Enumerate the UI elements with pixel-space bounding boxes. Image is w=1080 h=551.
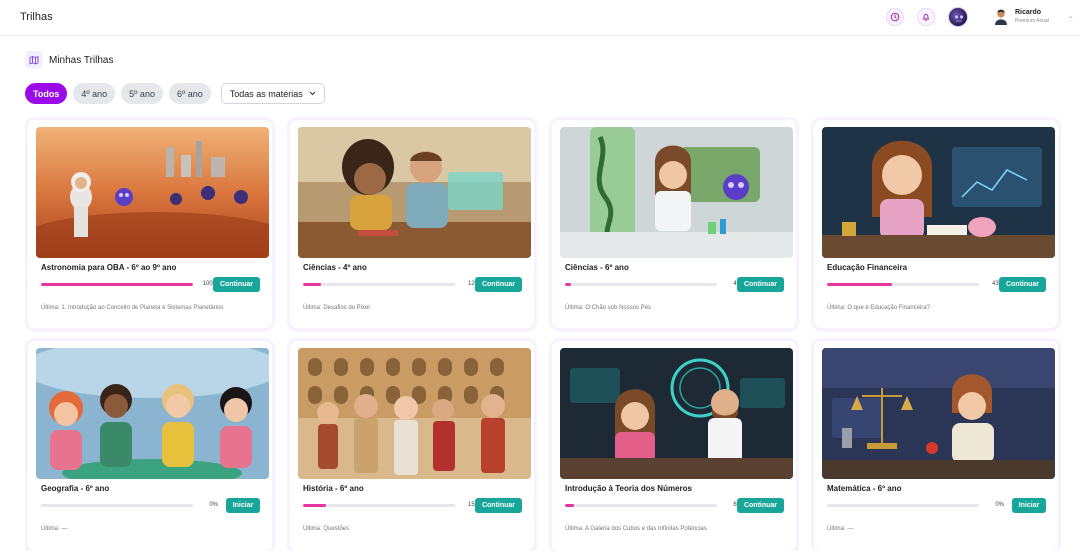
track-card[interactable]: Ciências - 6º ano 4% Continuar Última: O…	[552, 120, 796, 328]
continue-button[interactable]: Continuar	[737, 277, 784, 292]
filter-chip-6-ano[interactable]: 6º ano	[168, 83, 211, 104]
progress-bar	[827, 504, 979, 507]
last-lesson: Última: Questões	[303, 526, 350, 532]
continue-button[interactable]: Continuar	[213, 277, 260, 292]
subject-select-value: Todas as matérias	[229, 88, 303, 99]
track-thumbnail	[298, 127, 531, 258]
continue-button[interactable]: Continuar	[475, 498, 522, 513]
track-thumbnail	[822, 127, 1055, 258]
track-thumbnail	[36, 348, 269, 479]
filter-chip-todos[interactable]: Todos	[25, 83, 68, 104]
user-name[interactable]: Ricardo	[1015, 9, 1041, 16]
track-card[interactable]: Geografia - 6º ano 0% Iniciar Última: —	[28, 341, 272, 551]
progress-fill	[565, 283, 572, 286]
section-title: Minhas Trilhas	[49, 55, 114, 66]
track-thumbnail	[36, 127, 269, 258]
track-thumbnail	[560, 348, 793, 479]
track-card[interactable]: Astronomia para OBA - 6º ao 9º ano 100% …	[28, 120, 272, 328]
last-lesson: Última: —	[41, 526, 68, 532]
track-thumbnail	[298, 348, 531, 479]
progress-bar	[41, 504, 193, 507]
progress-percent: 0%	[209, 502, 218, 508]
track-title: Astronomia para OBA - 6º ao 9º ano	[41, 263, 177, 272]
progress-fill	[303, 504, 326, 507]
track-title: Educação Financeira	[827, 263, 908, 272]
progress-bar	[565, 504, 717, 507]
chevron-down-icon[interactable]: ⌄	[1068, 12, 1074, 20]
progress-fill	[41, 283, 193, 286]
track-card[interactable]: Introdução à Teoria dos Números 6% Conti…	[552, 341, 796, 551]
last-lesson: Última: 1. Introdução ao Conceito de Pla…	[41, 305, 224, 311]
track-title: Matemática - 6º ano	[827, 484, 902, 493]
filter-chip-5-ano[interactable]: 5º ano	[121, 83, 163, 104]
track-thumbnail	[560, 127, 793, 258]
bell-icon[interactable]	[917, 8, 935, 26]
last-lesson: Última: A Galeria dos Cubos e das Infini…	[565, 526, 707, 532]
track-card[interactable]: Ciências - 4º ano 12% Continuar Última: …	[290, 120, 534, 328]
map-icon	[25, 51, 43, 69]
track-card[interactable]: História - 6º ano 15% Continuar Última: …	[290, 341, 534, 551]
progress-percent: 0%	[995, 502, 1004, 508]
user-plan: Premium Anual	[1015, 18, 1049, 24]
track-card[interactable]: Matemática - 6º ano 0% Iniciar Última: —	[814, 341, 1058, 551]
progress-fill	[565, 504, 575, 507]
chevron-down-icon	[309, 91, 316, 96]
continue-button[interactable]: Continuar	[475, 277, 522, 292]
track-title: História - 6º ano	[303, 484, 364, 493]
clock-icon[interactable]	[886, 8, 904, 26]
progress-fill	[827, 283, 893, 286]
track-card[interactable]: Educação Financeira 43% Continuar Última…	[814, 120, 1058, 328]
subject-select[interactable]: Todas as matérias	[220, 83, 325, 104]
user-avatar[interactable]	[994, 9, 1008, 25]
filter-chip-4-ano[interactable]: 4º ano	[73, 83, 116, 104]
last-lesson: Última: O que é Educação Financeira?	[827, 305, 931, 311]
progress-bar	[827, 283, 979, 286]
last-lesson: Última: —	[827, 526, 854, 532]
last-lesson: Última: O Chão sob Nossos Pés	[565, 305, 652, 311]
progress-bar	[41, 283, 193, 286]
page-title: Trilhas	[20, 11, 53, 23]
track-title: Ciências - 4º ano	[303, 263, 367, 272]
progress-fill	[303, 283, 322, 286]
continue-button[interactable]: Continuar	[737, 498, 784, 513]
progress-bar	[303, 504, 455, 507]
track-title: Ciências - 6º ano	[565, 263, 629, 272]
start-button[interactable]: Iniciar	[226, 498, 260, 513]
progress-bar	[303, 283, 455, 286]
assistant-avatar[interactable]	[948, 7, 968, 27]
start-button[interactable]: Iniciar	[1012, 498, 1046, 513]
progress-bar	[565, 283, 717, 286]
track-title: Geografia - 6º ano	[41, 484, 110, 493]
continue-button[interactable]: Continuar	[999, 277, 1046, 292]
last-lesson: Última: Desafios do Pixel	[303, 305, 370, 311]
track-title: Introdução à Teoria dos Números	[565, 484, 692, 493]
track-thumbnail	[822, 348, 1055, 479]
filter-bar: Todos 4º ano 5º ano 6º ano Todas as maté…	[25, 83, 325, 104]
top-bar: Trilhas Ricardo Premium Anual ⌄	[0, 0, 1080, 36]
